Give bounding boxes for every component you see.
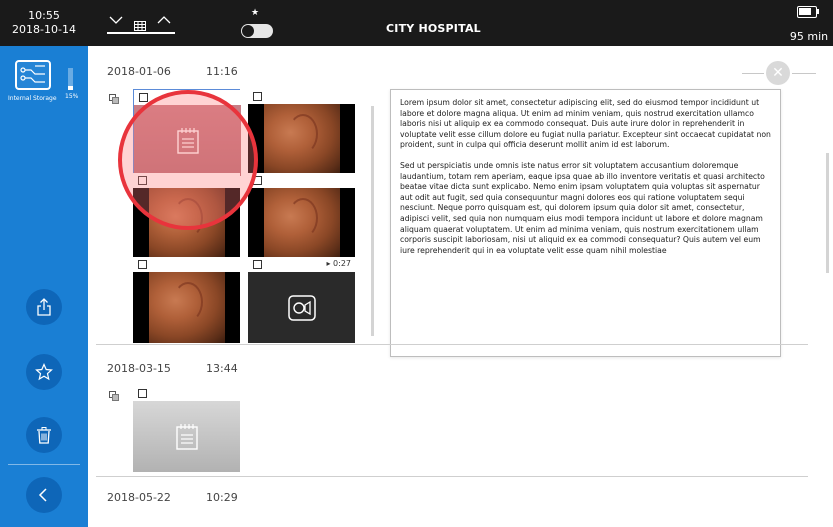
note-paragraph: Sed ut perspiciatis unde omnis iste natu… bbox=[400, 160, 765, 255]
note-preview-panel[interactable]: Lorem ipsum dolor sit amet, consectetur … bbox=[390, 89, 781, 357]
storage-label: Internal Storage bbox=[8, 95, 57, 102]
thumbnail-header bbox=[248, 173, 355, 188]
thumbnail-checkbox[interactable] bbox=[253, 260, 262, 269]
grid-view-icon[interactable] bbox=[134, 16, 146, 31]
session-date: 2018-05-22 bbox=[107, 491, 171, 504]
thumbnail-header bbox=[248, 89, 355, 104]
session-time: 10:29 bbox=[206, 491, 238, 504]
chevron-up-icon[interactable] bbox=[157, 14, 171, 28]
video-thumbnail[interactable]: ▸ 0:27 bbox=[248, 257, 355, 343]
video-camera-icon bbox=[287, 294, 316, 321]
sidebar: 15% Internal Storage bbox=[0, 46, 88, 527]
battery-tip bbox=[817, 9, 819, 14]
status-bar: 10:55 2018-10-14 ★ CITY HOSPITAL 95 min bbox=[0, 0, 833, 46]
endoscopy-image bbox=[133, 272, 240, 343]
toggle-switch[interactable] bbox=[241, 24, 273, 38]
internal-storage[interactable]: 15% Internal Storage bbox=[8, 58, 80, 128]
session-date: 2018-03-15 bbox=[107, 362, 171, 375]
close-preview-button[interactable]: ✕ bbox=[742, 60, 816, 86]
view-toggle-underline bbox=[107, 32, 175, 34]
image-thumbnail[interactable] bbox=[248, 89, 355, 175]
video-duration: ▸ 0:27 bbox=[326, 259, 351, 268]
clock-time: 10:55 bbox=[28, 9, 60, 22]
storage-level-fill bbox=[68, 86, 73, 90]
storage-icon bbox=[15, 60, 51, 90]
battery-fill bbox=[799, 8, 811, 15]
note-thumbnail[interactable] bbox=[133, 386, 240, 472]
thumbnails-scrollbar[interactable] bbox=[371, 106, 374, 336]
selection-highlight bbox=[118, 90, 258, 230]
favorites-filter-toggle[interactable]: ★ bbox=[241, 8, 273, 38]
session-divider bbox=[96, 476, 808, 477]
clock: 10:55 2018-10-14 bbox=[0, 0, 88, 46]
battery-time: 95 min bbox=[789, 30, 829, 43]
notepad-icon bbox=[175, 423, 198, 450]
select-all-icon[interactable] bbox=[109, 94, 119, 104]
note-scrollbar[interactable] bbox=[826, 153, 829, 273]
endoscopy-image bbox=[248, 104, 355, 175]
star-outline-icon bbox=[35, 363, 53, 381]
battery-icon bbox=[797, 6, 817, 18]
note-paragraph: Lorem ipsum dolor sit amet, consectetur … bbox=[400, 98, 771, 150]
hospital-title: CITY HOSPITAL bbox=[386, 22, 481, 35]
export-button[interactable] bbox=[26, 289, 62, 325]
endoscopy-image bbox=[248, 188, 355, 259]
main-content: 2018-01-06 11:16 ✕ ▸ 0:27 Lorem ipsum do… bbox=[88, 46, 833, 527]
chevron-down-icon[interactable] bbox=[109, 14, 123, 28]
trash-icon bbox=[37, 427, 51, 444]
thumbnail-header bbox=[133, 257, 240, 272]
thumbnail-checkbox[interactable] bbox=[138, 260, 147, 269]
favorite-button[interactable] bbox=[26, 354, 62, 390]
close-line-left bbox=[742, 73, 764, 74]
video-preview bbox=[248, 272, 355, 343]
view-toggle[interactable] bbox=[107, 10, 175, 36]
toggle-knob bbox=[242, 25, 254, 37]
session-time: 11:16 bbox=[206, 65, 238, 78]
clock-date: 2018-10-14 bbox=[12, 23, 76, 36]
note-preview bbox=[133, 401, 240, 472]
thumbnail-checkbox[interactable] bbox=[139, 93, 148, 102]
image-thumbnail[interactable] bbox=[248, 173, 355, 259]
session-time: 13:44 bbox=[206, 362, 238, 375]
back-chevron-icon bbox=[38, 488, 47, 502]
share-icon bbox=[37, 298, 51, 316]
session-date: 2018-01-06 bbox=[107, 65, 171, 78]
storage-level-bar bbox=[68, 68, 73, 90]
thumbnail-checkbox[interactable] bbox=[138, 389, 147, 398]
select-all-icon[interactable] bbox=[109, 391, 119, 401]
star-icon: ★ bbox=[251, 8, 260, 18]
back-button[interactable] bbox=[26, 477, 62, 513]
close-icon[interactable]: ✕ bbox=[766, 61, 790, 85]
thumbnail-checkbox[interactable] bbox=[253, 92, 262, 101]
delete-button[interactable] bbox=[26, 417, 62, 453]
close-line-right bbox=[792, 73, 816, 74]
session-divider bbox=[96, 344, 808, 345]
image-thumbnail[interactable] bbox=[133, 257, 240, 343]
thumbnail-header bbox=[133, 386, 240, 401]
storage-percent: 15% bbox=[65, 93, 79, 100]
battery-indicator: 95 min bbox=[790, 6, 828, 43]
sidebar-divider bbox=[8, 464, 80, 465]
